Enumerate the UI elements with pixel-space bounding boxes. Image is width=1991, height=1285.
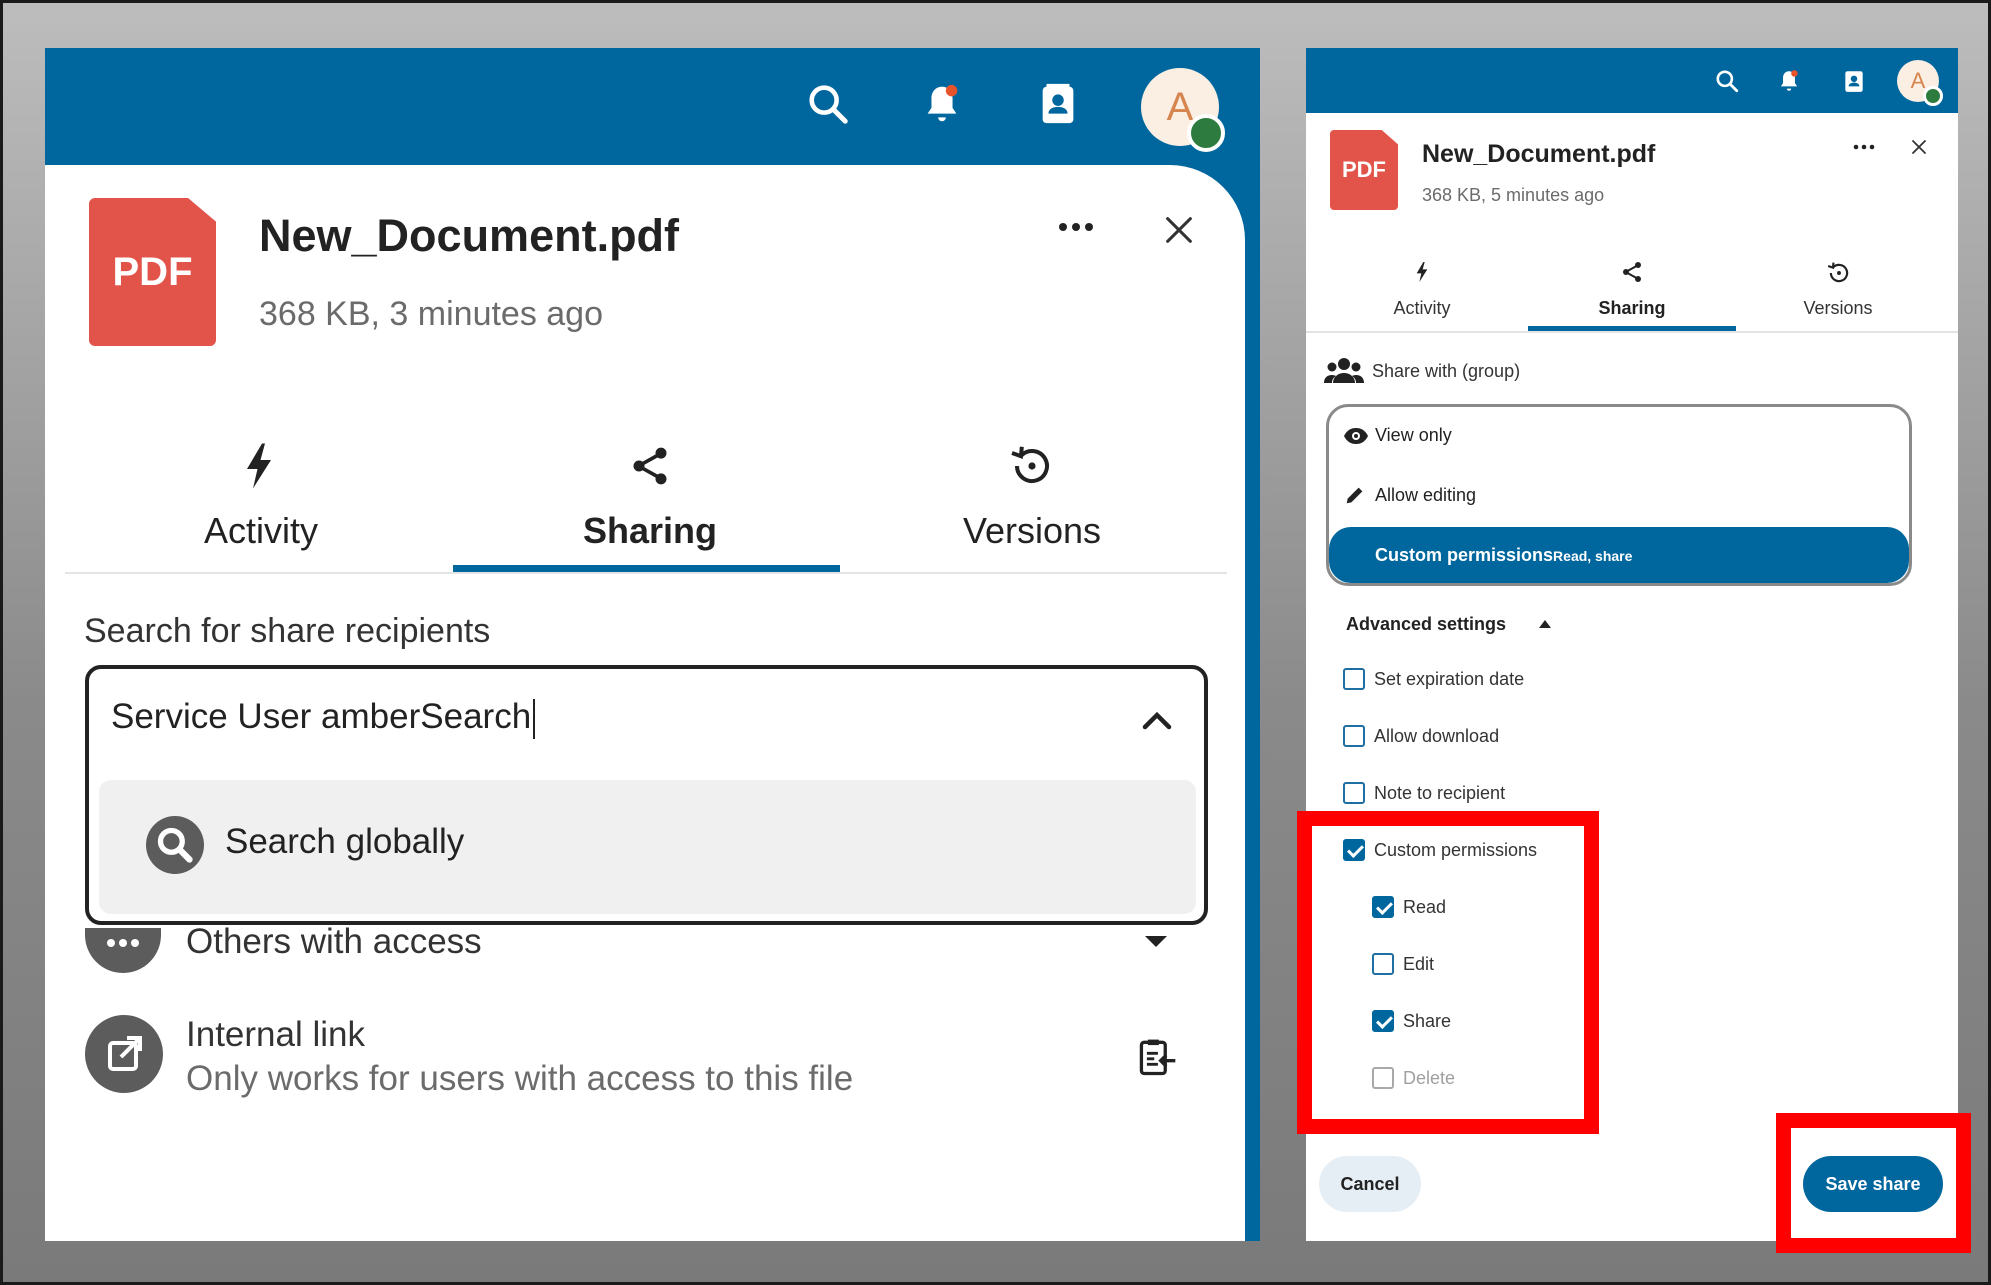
advanced-settings-label: Advanced settings <box>1346 614 1507 634</box>
set-expiration-date-label: Set expiration date <box>1374 669 1525 689</box>
close-icon[interactable] <box>1910 138 1928 156</box>
permission-custom-selected[interactable]: Custom permissionsRead, share <box>1329 527 1909 583</box>
internal-link-subtitle: Only works for users with access to this… <box>186 1059 854 1098</box>
internal-link-title: Internal link <box>186 1015 365 1054</box>
tab-versions-label: Versions <box>962 510 1102 551</box>
tabs-divider <box>1306 331 1958 333</box>
pdf-file-icon: PDF <box>1330 130 1398 210</box>
history-icon <box>1008 442 1056 490</box>
set-expiration-date-checkbox[interactable] <box>1343 668 1365 690</box>
tab-activity-label: Activity <box>203 510 318 551</box>
file-meta: 368 KB, 5 minutes ago <box>1422 185 1605 205</box>
avatar-letter: A <box>1910 68 1926 93</box>
online-status-indicator <box>1923 86 1943 106</box>
search-label: Search for share recipients <box>84 612 491 650</box>
tab-sharing-label: Sharing <box>1598 298 1666 318</box>
permissions-selector: View only Allow editing Custom permissio… <box>1326 404 1912 586</box>
eye-icon <box>1343 427 1369 445</box>
tab-sharing-label: Sharing <box>582 510 717 551</box>
sharing-sidebar-large: A PDF New_Document.pdf 368 KB, 3 minutes… <box>45 48 1260 1241</box>
tab-activity-label: Activity <box>1393 298 1451 318</box>
permission-view-only-label: View only <box>1375 425 1452 445</box>
search-icon[interactable] <box>805 81 851 127</box>
lightning-icon <box>241 442 277 490</box>
share-with-label: Share with (group) <box>1372 361 1521 381</box>
chevron-up-icon[interactable] <box>1139 703 1175 739</box>
search-icon[interactable] <box>1714 68 1740 94</box>
permission-custom-title: Custom permissions <box>1375 545 1554 565</box>
pdf-file-icon: PDF <box>89 198 216 346</box>
allow-download-checkbox[interactable] <box>1343 725 1365 747</box>
more-actions-icon[interactable] <box>1852 140 1876 154</box>
share-icon <box>628 442 672 490</box>
notification-bell-icon[interactable] <box>1776 68 1802 94</box>
note-to-recipient-checkbox[interactable] <box>1343 782 1365 804</box>
file-meta: 368 KB, 3 minutes ago <box>259 295 604 333</box>
close-icon[interactable] <box>1162 213 1196 247</box>
history-icon <box>1826 260 1852 286</box>
contacts-icon[interactable] <box>1841 68 1867 94</box>
search-globally-option[interactable]: Search globally <box>99 780 1196 914</box>
user-avatar[interactable]: A <box>1141 68 1225 152</box>
highlight-custom-permissions-box <box>1297 811 1599 1134</box>
cancel-button-label: Cancel <box>1340 1174 1400 1194</box>
allow-download-label: Allow download <box>1374 726 1500 746</box>
permission-allow-editing-label: Allow editing <box>1375 485 1477 505</box>
permission-custom-label: Custom permissionsRead, share <box>1375 545 1632 566</box>
permission-custom-subtitle: Read, share <box>1553 548 1633 564</box>
pdf-file-icon-label: PDF <box>112 250 193 294</box>
sidebar-content: PDF New_Document.pdf 368 KB, 3 minutes a… <box>45 165 1245 1241</box>
tabs-divider <box>65 572 1227 574</box>
user-avatar[interactable]: A <box>1897 60 1943 106</box>
copy-to-clipboard-icon[interactable] <box>1135 1035 1179 1079</box>
note-to-recipient-label: Note to recipient <box>1374 783 1506 803</box>
contacts-icon[interactable] <box>1035 81 1081 127</box>
cancel-button[interactable]: Cancel <box>1319 1156 1421 1212</box>
more-horizontal-icon <box>85 928 161 973</box>
lightning-icon <box>1414 260 1430 284</box>
top-bar: A <box>1306 48 1958 113</box>
file-name: New_Document.pdf <box>1422 140 1656 168</box>
external-link-icon <box>85 1015 163 1093</box>
others-with-access-label: Others with access <box>186 922 482 961</box>
caret-up-icon <box>1538 618 1552 630</box>
pdf-file-icon-label: PDF <box>1342 157 1386 182</box>
caret-down-icon <box>1143 933 1169 949</box>
search-input[interactable]: Service User amberSearch <box>111 697 536 739</box>
group-icon <box>1324 357 1364 383</box>
search-combobox: Service User amberSearch Search globally <box>85 665 1208 925</box>
more-actions-icon[interactable] <box>1055 213 1097 241</box>
share-icon <box>1620 260 1644 284</box>
search-input-value: Service User amberSearch <box>111 697 532 736</box>
search-globally-label: Search globally <box>225 822 465 861</box>
online-status-indicator <box>1187 114 1225 152</box>
search-globally-icon <box>146 816 204 874</box>
notification-bell-icon[interactable] <box>919 81 965 127</box>
highlight-save-share-box <box>1776 1113 1971 1253</box>
file-name: New_Document.pdf <box>259 210 680 261</box>
tab-versions-label: Versions <box>1803 298 1873 318</box>
pencil-icon <box>1344 484 1366 506</box>
